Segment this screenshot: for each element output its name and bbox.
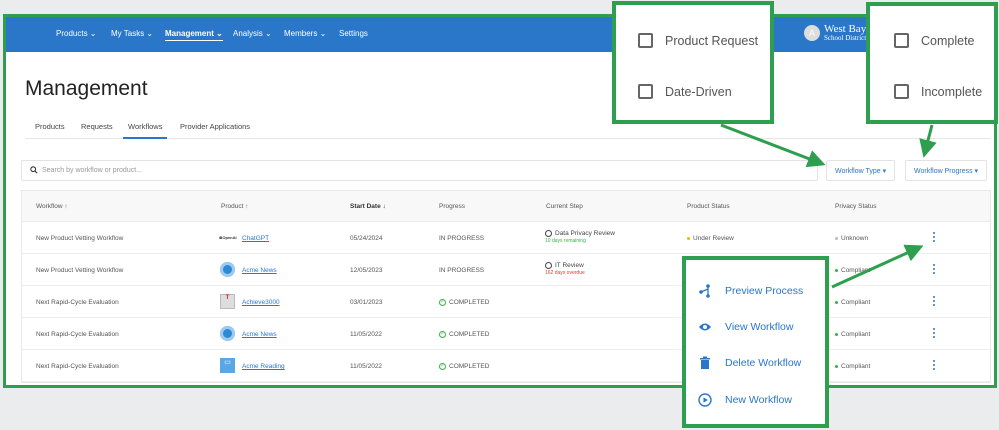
arrow-to-type-filter (720, 123, 826, 168)
arrow-to-kebab (831, 244, 924, 289)
callout-arrows (720, 123, 937, 289)
arrow-to-progress-filter (919, 124, 937, 158)
